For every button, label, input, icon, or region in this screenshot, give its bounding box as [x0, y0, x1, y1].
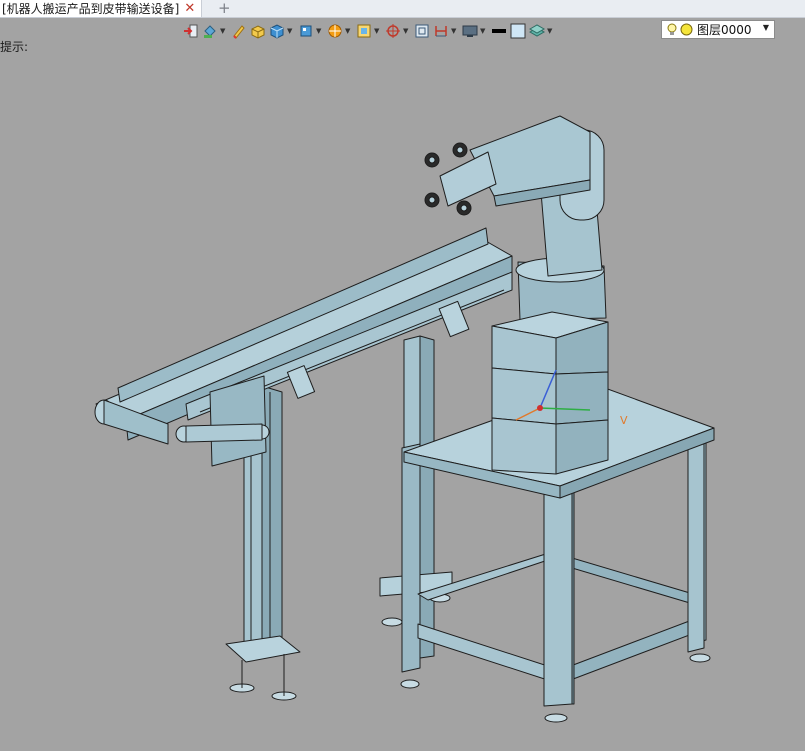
pencil-icon[interactable]: [230, 22, 248, 40]
paint-bucket-icon[interactable]: [201, 22, 219, 40]
chevron-down-icon[interactable]: ▼: [220, 27, 226, 35]
lightbulb-icon[interactable]: [666, 23, 678, 37]
box-yellow-icon[interactable]: [249, 22, 267, 40]
box-stack[interactable]: [491, 311, 609, 475]
display-icon[interactable]: [461, 22, 479, 40]
picture-icon[interactable]: [355, 22, 373, 40]
chevron-down-icon[interactable]: ▼: [451, 27, 457, 35]
frame-icon[interactable]: [413, 22, 431, 40]
document-tab-title: [机器人搬运产品到皮带输送设备]: [2, 2, 180, 16]
color-wheel-icon[interactable]: [326, 22, 344, 40]
close-icon[interactable]: ✕: [184, 2, 195, 15]
3d-viewport[interactable]: V: [0, 45, 805, 751]
add-tab-icon[interactable]: +: [218, 0, 231, 17]
chevron-down-icon[interactable]: ▼: [403, 27, 409, 35]
layer-stack-icon[interactable]: [528, 22, 546, 40]
chevron-down-icon[interactable]: ▼: [547, 27, 553, 35]
document-tab[interactable]: [机器人搬运产品到皮带输送设备] ✕: [0, 0, 203, 17]
view-toolbar: ▼ ▼ ▼ ▼ ▼ ▼ ▼ ▼ ▼: [182, 19, 557, 43]
line-color-icon[interactable]: [490, 22, 508, 40]
layer-color-icon[interactable]: [680, 23, 694, 36]
dimension-icon[interactable]: [432, 22, 450, 40]
layer-select[interactable]: 图层0000 ▼: [661, 20, 775, 39]
target-icon[interactable]: [384, 22, 402, 40]
fill-color-icon[interactable]: [509, 22, 527, 40]
chevron-down-icon[interactable]: ▼: [480, 27, 486, 35]
document-tab-bar: [机器人搬运产品到皮带输送设备] ✕ +: [0, 0, 805, 18]
layer-name: 图层0000: [697, 23, 752, 37]
chevron-down-icon[interactable]: ▼: [763, 23, 769, 32]
chevron-down-icon[interactable]: ▼: [345, 27, 351, 35]
axis-label: V: [620, 414, 628, 427]
cube-style-icon[interactable]: [297, 22, 315, 40]
cube-icon[interactable]: [268, 22, 286, 40]
chevron-down-icon[interactable]: ▼: [316, 27, 322, 35]
chevron-down-icon[interactable]: ▼: [287, 27, 293, 35]
exit-icon[interactable]: [182, 22, 200, 40]
chevron-down-icon[interactable]: ▼: [374, 27, 380, 35]
